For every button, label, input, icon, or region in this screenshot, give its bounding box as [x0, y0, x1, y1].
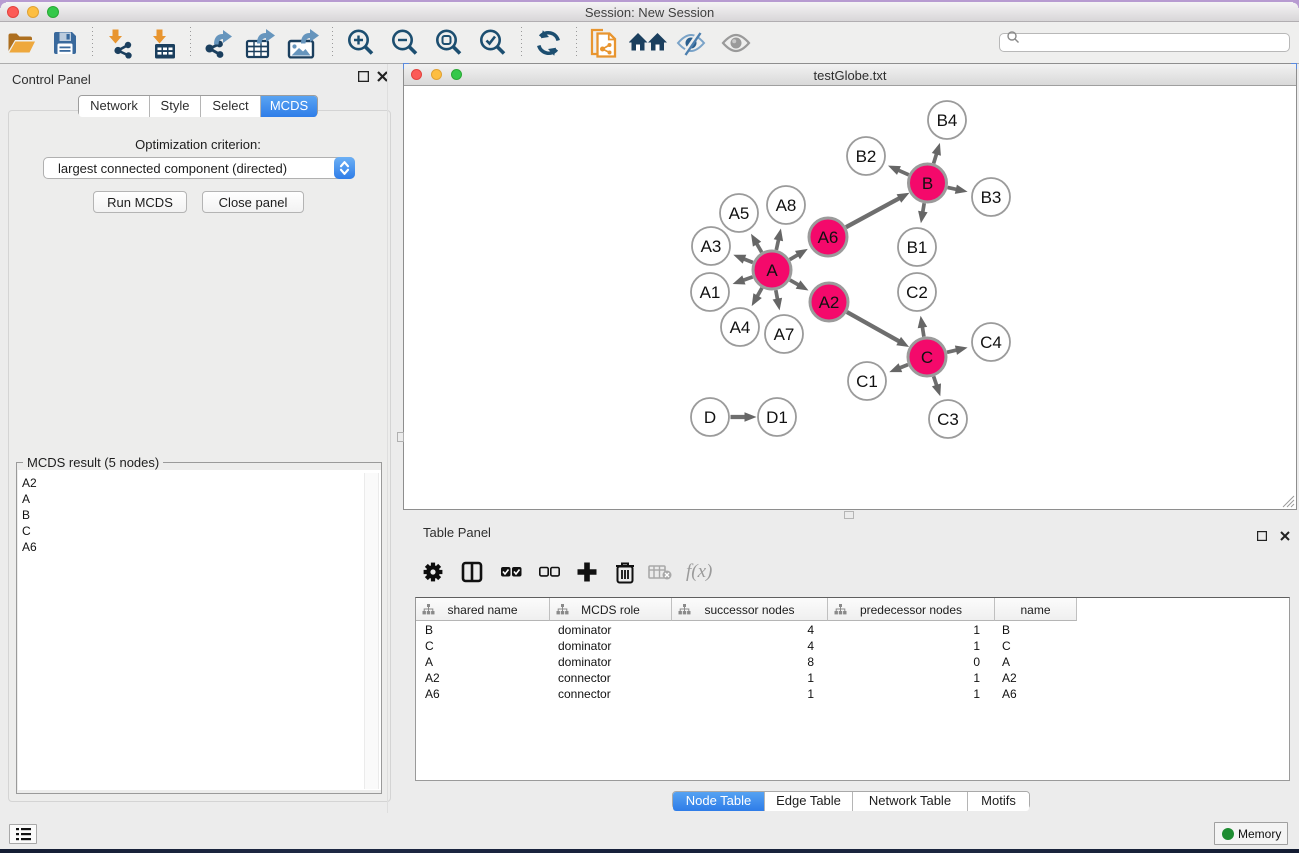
svg-text:A8: A8 — [776, 196, 797, 215]
svg-text:C4: C4 — [980, 333, 1002, 352]
svg-text:B3: B3 — [981, 188, 1002, 207]
svg-text:A6: A6 — [818, 228, 839, 247]
svg-text:A1: A1 — [700, 283, 721, 302]
svg-text:A5: A5 — [729, 204, 750, 223]
svg-text:C: C — [921, 348, 933, 367]
svg-text:A7: A7 — [774, 325, 795, 344]
svg-text:B1: B1 — [907, 238, 928, 257]
svg-text:C1: C1 — [856, 372, 878, 391]
svg-text:D1: D1 — [766, 408, 788, 427]
svg-text:C2: C2 — [906, 283, 928, 302]
svg-text:A: A — [766, 261, 778, 280]
svg-text:A3: A3 — [701, 237, 722, 256]
svg-text:B2: B2 — [856, 147, 877, 166]
svg-text:C3: C3 — [937, 410, 959, 429]
svg-text:D: D — [704, 408, 716, 427]
svg-text:B4: B4 — [937, 111, 958, 130]
svg-text:A4: A4 — [730, 318, 751, 337]
svg-text:B: B — [922, 174, 933, 193]
svg-text:A2: A2 — [819, 293, 840, 312]
